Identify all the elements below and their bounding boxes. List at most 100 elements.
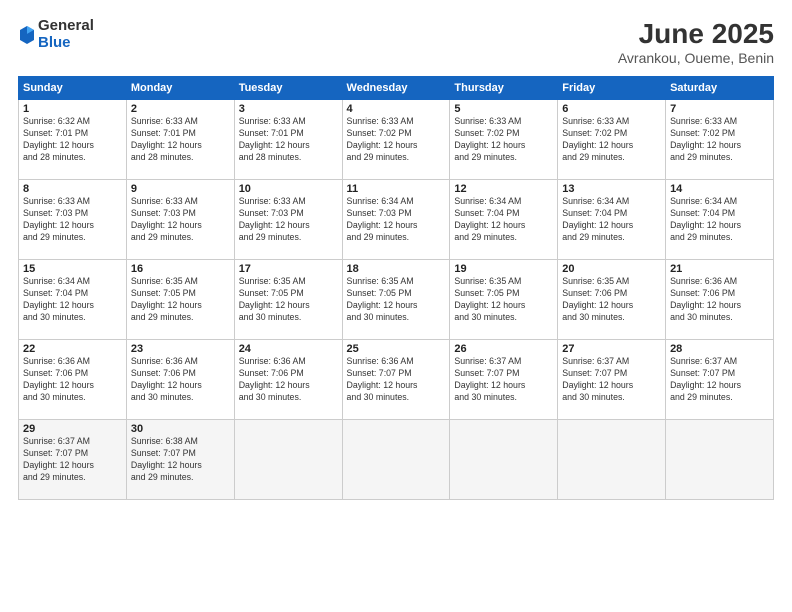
calendar-cell: 19Sunrise: 6:35 AMSunset: 7:05 PMDayligh… (450, 260, 558, 340)
day-number: 13 (562, 183, 661, 195)
calendar-cell: 15Sunrise: 6:34 AMSunset: 7:04 PMDayligh… (19, 260, 127, 340)
day-info: Sunrise: 6:37 AMSunset: 7:07 PMDaylight:… (562, 356, 661, 404)
day-number: 22 (23, 343, 122, 355)
day-number: 16 (131, 263, 230, 275)
day-number: 3 (239, 103, 338, 115)
day-info: Sunrise: 6:35 AMSunset: 7:05 PMDaylight:… (347, 276, 446, 324)
day-number: 24 (239, 343, 338, 355)
day-info: Sunrise: 6:33 AMSunset: 7:02 PMDaylight:… (454, 116, 553, 164)
day-number: 12 (454, 183, 553, 195)
calendar-subtitle: Avrankou, Oueme, Benin (618, 50, 774, 66)
day-info: Sunrise: 6:37 AMSunset: 7:07 PMDaylight:… (23, 436, 122, 484)
logo: General Blue (18, 18, 94, 51)
day-number: 17 (239, 263, 338, 275)
calendar-cell: 10Sunrise: 6:33 AMSunset: 7:03 PMDayligh… (234, 180, 342, 260)
header-monday: Monday (126, 77, 234, 100)
day-info: Sunrise: 6:33 AMSunset: 7:03 PMDaylight:… (23, 196, 122, 244)
day-info: Sunrise: 6:36 AMSunset: 7:06 PMDaylight:… (23, 356, 122, 404)
calendar-cell (666, 420, 774, 500)
day-info: Sunrise: 6:33 AMSunset: 7:01 PMDaylight:… (239, 116, 338, 164)
day-number: 10 (239, 183, 338, 195)
calendar-cell (234, 420, 342, 500)
day-info: Sunrise: 6:34 AMSunset: 7:03 PMDaylight:… (347, 196, 446, 244)
day-number: 5 (454, 103, 553, 115)
header-saturday: Saturday (666, 77, 774, 100)
calendar-cell: 16Sunrise: 6:35 AMSunset: 7:05 PMDayligh… (126, 260, 234, 340)
day-number: 11 (347, 183, 446, 195)
calendar-cell: 14Sunrise: 6:34 AMSunset: 7:04 PMDayligh… (666, 180, 774, 260)
calendar-title: June 2025 (618, 18, 774, 50)
day-number: 2 (131, 103, 230, 115)
calendar-cell: 17Sunrise: 6:35 AMSunset: 7:05 PMDayligh… (234, 260, 342, 340)
calendar-cell: 25Sunrise: 6:36 AMSunset: 7:07 PMDayligh… (342, 340, 450, 420)
day-info: Sunrise: 6:36 AMSunset: 7:07 PMDaylight:… (347, 356, 446, 404)
calendar-cell (558, 420, 666, 500)
day-info: Sunrise: 6:38 AMSunset: 7:07 PMDaylight:… (131, 436, 230, 484)
calendar-cell: 23Sunrise: 6:36 AMSunset: 7:06 PMDayligh… (126, 340, 234, 420)
header: General Blue June 2025 Avrankou, Oueme, … (18, 18, 774, 66)
day-info: Sunrise: 6:36 AMSunset: 7:06 PMDaylight:… (670, 276, 769, 324)
header-friday: Friday (558, 77, 666, 100)
calendar-cell: 3Sunrise: 6:33 AMSunset: 7:01 PMDaylight… (234, 100, 342, 180)
day-info: Sunrise: 6:35 AMSunset: 7:05 PMDaylight:… (454, 276, 553, 324)
calendar-cell: 9Sunrise: 6:33 AMSunset: 7:03 PMDaylight… (126, 180, 234, 260)
day-info: Sunrise: 6:34 AMSunset: 7:04 PMDaylight:… (562, 196, 661, 244)
calendar-row-4: 22Sunrise: 6:36 AMSunset: 7:06 PMDayligh… (19, 340, 774, 420)
day-number: 1 (23, 103, 122, 115)
logo-general-text: General (38, 18, 94, 35)
day-number: 20 (562, 263, 661, 275)
day-info: Sunrise: 6:33 AMSunset: 7:01 PMDaylight:… (131, 116, 230, 164)
calendar-cell: 2Sunrise: 6:33 AMSunset: 7:01 PMDaylight… (126, 100, 234, 180)
day-info: Sunrise: 6:34 AMSunset: 7:04 PMDaylight:… (454, 196, 553, 244)
calendar-cell: 8Sunrise: 6:33 AMSunset: 7:03 PMDaylight… (19, 180, 127, 260)
calendar-cell: 26Sunrise: 6:37 AMSunset: 7:07 PMDayligh… (450, 340, 558, 420)
calendar-cell (342, 420, 450, 500)
day-number: 9 (131, 183, 230, 195)
calendar-cell: 21Sunrise: 6:36 AMSunset: 7:06 PMDayligh… (666, 260, 774, 340)
day-info: Sunrise: 6:36 AMSunset: 7:06 PMDaylight:… (131, 356, 230, 404)
day-number: 29 (23, 423, 122, 435)
calendar-cell: 12Sunrise: 6:34 AMSunset: 7:04 PMDayligh… (450, 180, 558, 260)
calendar-cell: 22Sunrise: 6:36 AMSunset: 7:06 PMDayligh… (19, 340, 127, 420)
calendar-cell: 29Sunrise: 6:37 AMSunset: 7:07 PMDayligh… (19, 420, 127, 500)
page: General Blue June 2025 Avrankou, Oueme, … (0, 0, 792, 612)
day-info: Sunrise: 6:34 AMSunset: 7:04 PMDaylight:… (23, 276, 122, 324)
calendar-cell: 11Sunrise: 6:34 AMSunset: 7:03 PMDayligh… (342, 180, 450, 260)
header-thursday: Thursday (450, 77, 558, 100)
calendar-cell: 28Sunrise: 6:37 AMSunset: 7:07 PMDayligh… (666, 340, 774, 420)
calendar-cell: 6Sunrise: 6:33 AMSunset: 7:02 PMDaylight… (558, 100, 666, 180)
day-number: 25 (347, 343, 446, 355)
logo-text: General Blue (38, 18, 94, 51)
calendar-cell: 18Sunrise: 6:35 AMSunset: 7:05 PMDayligh… (342, 260, 450, 340)
day-number: 30 (131, 423, 230, 435)
header-tuesday: Tuesday (234, 77, 342, 100)
calendar-cell: 27Sunrise: 6:37 AMSunset: 7:07 PMDayligh… (558, 340, 666, 420)
day-info: Sunrise: 6:33 AMSunset: 7:02 PMDaylight:… (347, 116, 446, 164)
day-info: Sunrise: 6:33 AMSunset: 7:03 PMDaylight:… (239, 196, 338, 244)
day-number: 15 (23, 263, 122, 275)
header-wednesday: Wednesday (342, 77, 450, 100)
day-number: 23 (131, 343, 230, 355)
calendar-table: Sunday Monday Tuesday Wednesday Thursday… (18, 76, 774, 500)
day-number: 6 (562, 103, 661, 115)
calendar-cell: 30Sunrise: 6:38 AMSunset: 7:07 PMDayligh… (126, 420, 234, 500)
day-number: 19 (454, 263, 553, 275)
day-info: Sunrise: 6:33 AMSunset: 7:02 PMDaylight:… (670, 116, 769, 164)
day-number: 7 (670, 103, 769, 115)
day-info: Sunrise: 6:37 AMSunset: 7:07 PMDaylight:… (454, 356, 553, 404)
day-info: Sunrise: 6:33 AMSunset: 7:02 PMDaylight:… (562, 116, 661, 164)
day-number: 28 (670, 343, 769, 355)
title-area: June 2025 Avrankou, Oueme, Benin (618, 18, 774, 66)
day-info: Sunrise: 6:36 AMSunset: 7:06 PMDaylight:… (239, 356, 338, 404)
day-info: Sunrise: 6:35 AMSunset: 7:06 PMDaylight:… (562, 276, 661, 324)
day-info: Sunrise: 6:34 AMSunset: 7:04 PMDaylight:… (670, 196, 769, 244)
day-info: Sunrise: 6:35 AMSunset: 7:05 PMDaylight:… (131, 276, 230, 324)
day-info: Sunrise: 6:35 AMSunset: 7:05 PMDaylight:… (239, 276, 338, 324)
logo-blue-text: Blue (38, 35, 94, 52)
calendar-cell: 20Sunrise: 6:35 AMSunset: 7:06 PMDayligh… (558, 260, 666, 340)
calendar-cell: 24Sunrise: 6:36 AMSunset: 7:06 PMDayligh… (234, 340, 342, 420)
calendar-cell: 13Sunrise: 6:34 AMSunset: 7:04 PMDayligh… (558, 180, 666, 260)
day-info: Sunrise: 6:37 AMSunset: 7:07 PMDaylight:… (670, 356, 769, 404)
calendar-cell: 5Sunrise: 6:33 AMSunset: 7:02 PMDaylight… (450, 100, 558, 180)
calendar-cell: 1Sunrise: 6:32 AMSunset: 7:01 PMDaylight… (19, 100, 127, 180)
